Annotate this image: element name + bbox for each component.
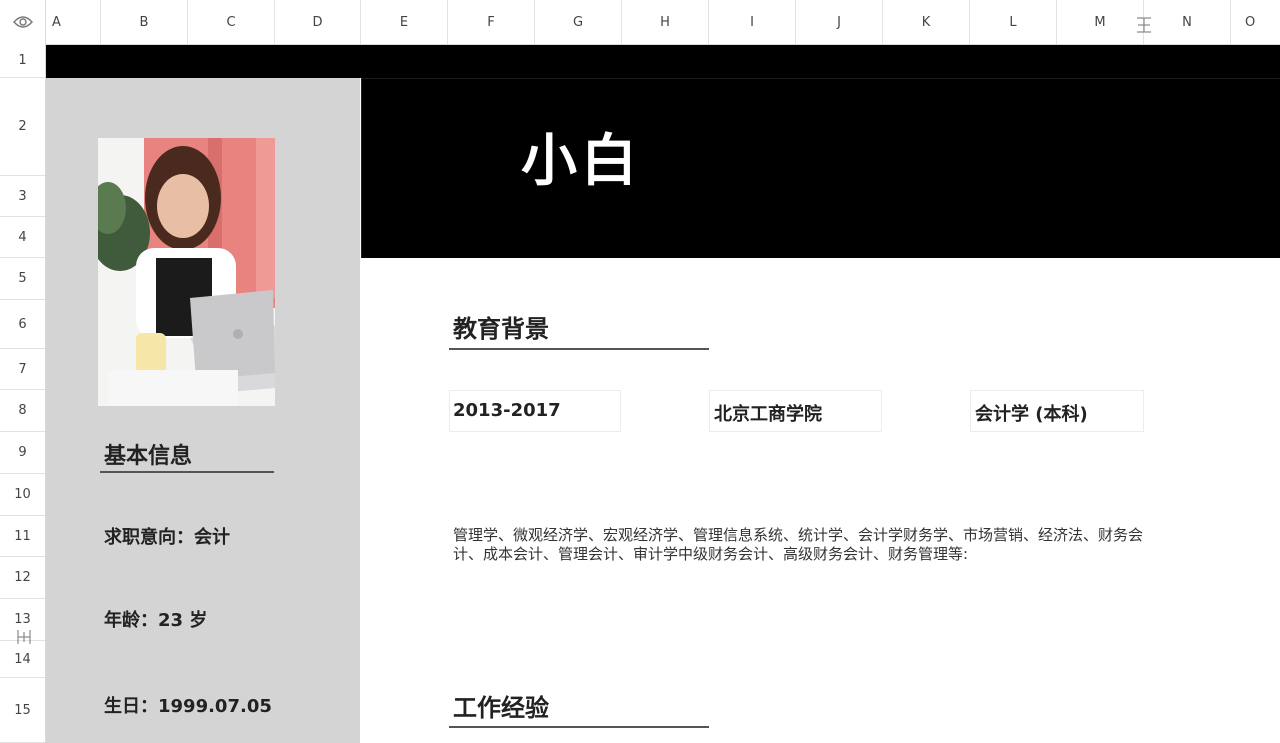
eye-icon[interactable] [0,0,46,44]
column-header-i[interactable]: I [709,0,796,44]
age[interactable]: 年龄：23 岁 [104,606,207,632]
work-underline [449,726,709,728]
basic-info-title[interactable]: 基本信息 [104,438,192,470]
column-header-g[interactable]: G [535,0,622,44]
row-header-9[interactable]: 9 [0,432,45,474]
education-major: 会计学 (本科) [975,404,1088,425]
column-resize-icon[interactable] [1134,14,1154,36]
basic-info-underline [100,471,274,473]
education-school: 北京工商学院 [714,404,822,425]
column-header-a[interactable]: A [45,0,101,44]
resume-name[interactable]: 小白 [521,116,641,197]
education-underline [449,348,709,350]
column-header-j[interactable]: J [796,0,883,44]
row-header-1[interactable]: 1 [0,44,45,78]
name-block [361,78,1280,258]
header-band [46,44,1280,78]
row-header-6[interactable]: 6 [0,300,45,349]
column-header-b[interactable]: B [101,0,188,44]
row-header-5[interactable]: 5 [0,258,45,300]
row-header-3[interactable]: 3 [0,176,45,217]
row-header-10[interactable]: 10 [0,474,45,516]
column-header-n[interactable]: N [1144,0,1231,44]
column-header-k[interactable]: K [883,0,970,44]
row-header-11[interactable]: 11 [0,516,45,557]
work-title[interactable]: 工作经验 [453,688,549,723]
row-header-12[interactable]: 12 [0,557,45,599]
column-header-e[interactable]: E [361,0,448,44]
row-header-7[interactable]: 7 [0,349,45,390]
birthday[interactable]: 生日：1999.07.05 [104,692,272,718]
column-header-o[interactable]: O [1231,0,1280,44]
education-title[interactable]: 教育背景 [453,309,549,344]
row-header-15[interactable]: 15 [0,678,45,743]
column-header: A B C D E F G H I J K L M N O [0,0,1280,45]
column-header-h[interactable]: H [622,0,709,44]
row-header-4[interactable]: 4 [0,217,45,258]
column-header-m[interactable]: M [1057,0,1144,44]
row-resize-icon[interactable] [16,627,32,647]
column-header-l[interactable]: L [970,0,1057,44]
row-header-8[interactable]: 8 [0,390,45,432]
education-courses[interactable]: 管理学、微观经济学、宏观经济学、管理信息系统、统计学、会计学财务学、市场营销、经… [453,526,1143,564]
profile-photo[interactable] [98,138,275,406]
job-intent[interactable]: 求职意向：会计 [104,523,230,549]
education-period: 2013-2017 [453,400,561,421]
column-header-c[interactable]: C [188,0,275,44]
row-header: 1 2 3 4 5 6 7 8 9 10 11 12 13 14 15 [0,44,46,743]
column-header-d[interactable]: D [275,0,361,44]
row-header-2[interactable]: 2 [0,78,45,176]
column-header-f[interactable]: F [448,0,535,44]
